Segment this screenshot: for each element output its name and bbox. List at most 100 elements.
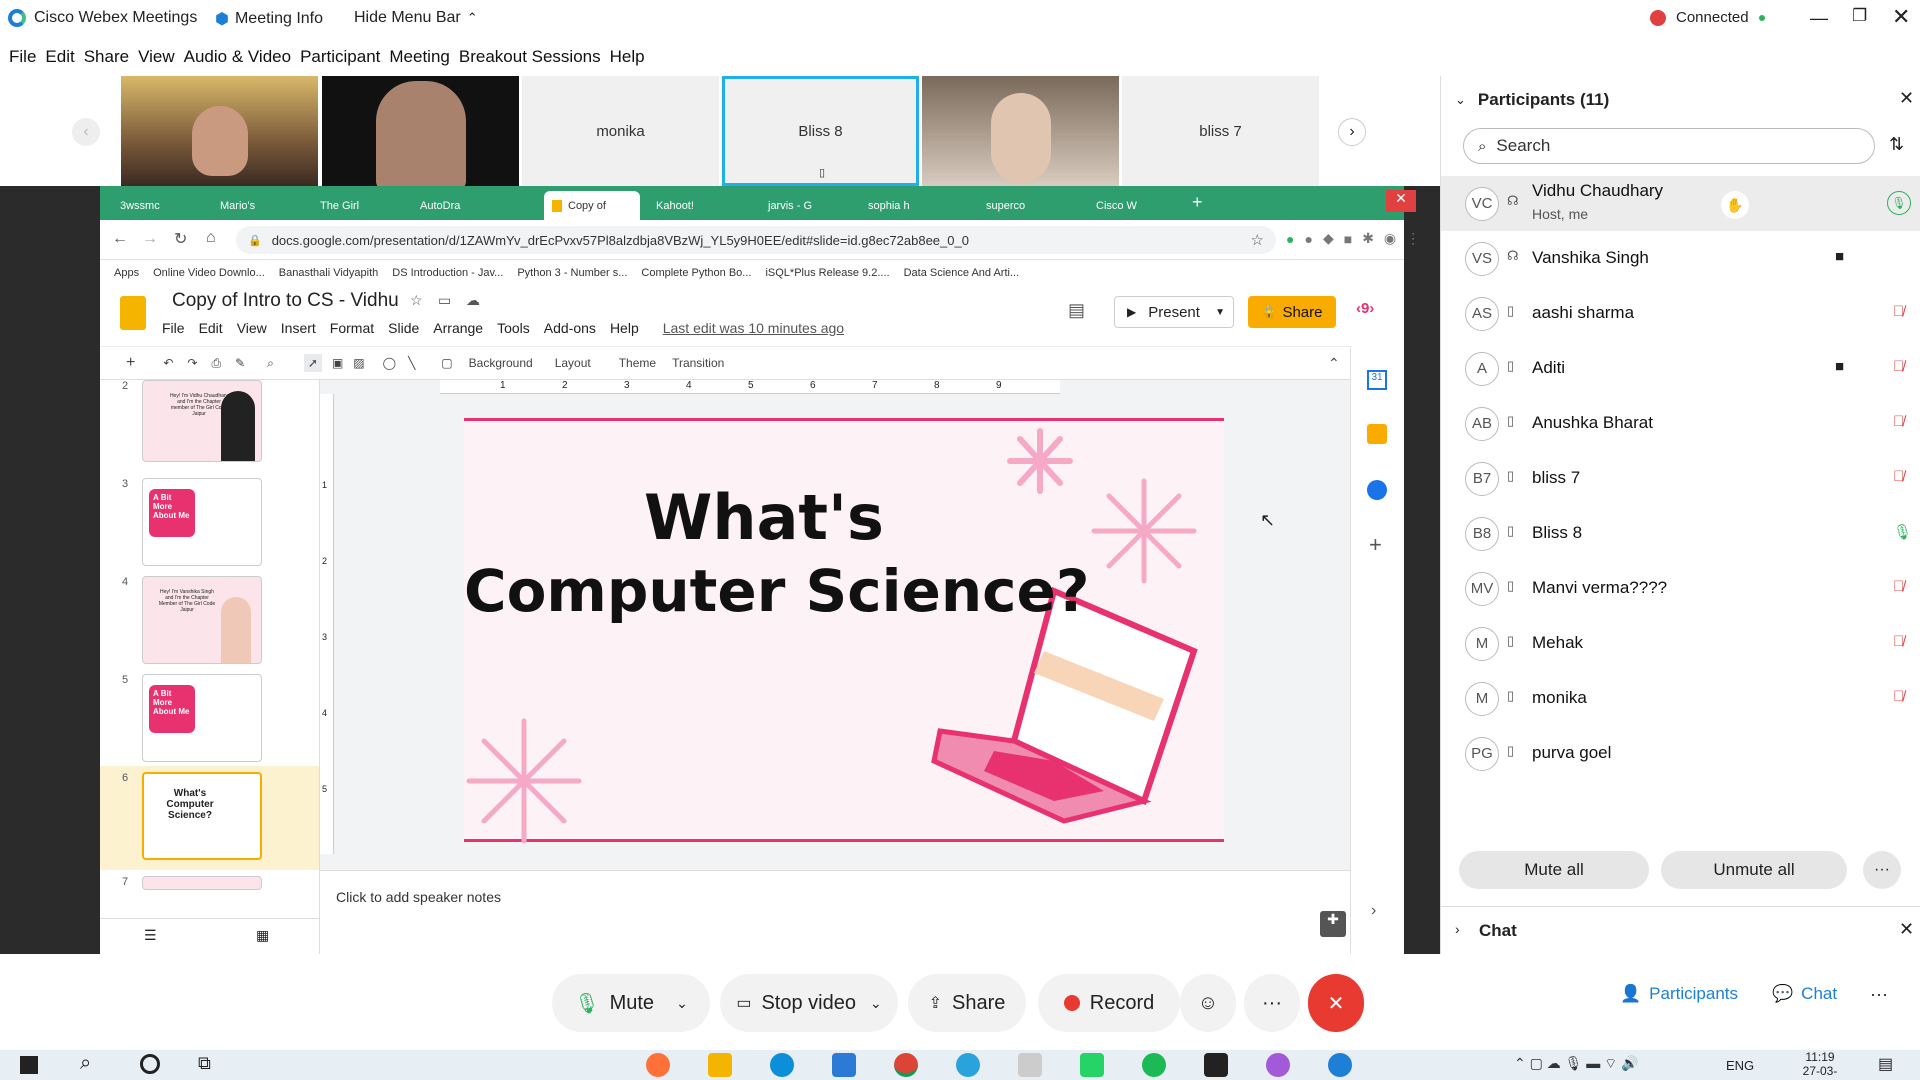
minimize-button[interactable]: — (1810, 8, 1828, 29)
extension-icon[interactable]: ● (1304, 231, 1312, 247)
menu-audio-video[interactable]: Audio & Video (184, 47, 291, 67)
tray-icons[interactable]: ⌃ ▢ ☁ 🎙 ▬ ⌔ 🔊 (1514, 1055, 1639, 1073)
participant-row[interactable]: M ▯ monika 🎙̸ (1441, 671, 1920, 726)
browser-tab[interactable]: The Girl (312, 191, 410, 220)
chat-section-header[interactable]: › Chat ✕ (1441, 906, 1920, 954)
spotify-icon[interactable] (1142, 1053, 1166, 1077)
add-addon-icon[interactable]: + (1369, 532, 1382, 558)
search-input[interactable]: ⌕ Search (1463, 128, 1875, 164)
slides-menu-file[interactable]: File (162, 320, 185, 336)
menu-share[interactable]: Share (84, 47, 129, 67)
print-icon[interactable]: ⎙ (211, 356, 221, 371)
back-icon[interactable]: ← (112, 230, 128, 248)
explore-icon[interactable]: ✚ (1320, 911, 1346, 937)
video-tile-bliss8[interactable]: Bliss 8 ▯ (722, 76, 919, 186)
participant-row[interactable]: AS ▯ aashi sharma 🎙̸ (1441, 286, 1920, 341)
select-icon[interactable]: ➚ (303, 354, 322, 372)
new-slide-icon[interactable]: + (126, 354, 135, 372)
participant-row[interactable]: VC ☊ Vidhu Chaudhary Host, me ✋ 🎙 (1441, 176, 1920, 231)
slide-thumb-2[interactable]: Hey! I'm Vidhu Chaudhary and I'm the Cha… (142, 380, 262, 462)
bookmark[interactable]: Banasthali Vidyapith (279, 267, 378, 279)
paint-format-icon[interactable]: ✎ (235, 356, 245, 370)
expand-panel-icon[interactable]: › (1371, 902, 1376, 920)
next-videos-button[interactable]: › (1338, 118, 1366, 146)
slides-menu-arrange[interactable]: Arrange (433, 320, 483, 336)
mic-muted-icon[interactable]: 🎙̸ (1893, 303, 1904, 320)
panel-more-icon[interactable]: ··· (1870, 984, 1888, 1005)
close-panel-icon[interactable]: ✕ (1899, 88, 1914, 109)
more-button[interactable]: ··· (1244, 974, 1300, 1032)
chrome-icon[interactable] (894, 1053, 918, 1077)
search-icon[interactable]: ⌕ (80, 1052, 91, 1075)
addon-icon[interactable]: ‹9› (1356, 300, 1374, 317)
doc-title[interactable]: Copy of Intro to CS - Vidhu (172, 290, 399, 312)
slide-thumb-6[interactable]: What's Computer Science? (142, 772, 262, 860)
mic-muted-icon[interactable]: 🎙̸ (1893, 413, 1904, 430)
last-edit-link[interactable]: Last edit was 10 minutes ago (663, 320, 844, 336)
menu-breakout[interactable]: Breakout Sessions (459, 47, 601, 67)
slide-thumb-4[interactable]: Hey! I'm Vanshika Singh and I'm the Chap… (142, 576, 262, 664)
record-button[interactable]: Record (1038, 974, 1180, 1032)
mic-muted-icon[interactable]: 🎙̸ (1893, 633, 1904, 650)
image-icon[interactable]: ▨ (353, 356, 364, 370)
grid-view-icon[interactable]: ▦ (256, 927, 269, 944)
browser-close-button[interactable]: ✕ (1386, 190, 1416, 212)
close-window-button[interactable]: ✕ (1892, 4, 1910, 30)
video-tile-1[interactable] (121, 76, 318, 186)
close-chat-icon[interactable]: ✕ (1899, 919, 1914, 940)
prev-videos-button[interactable]: ‹ (72, 118, 100, 146)
menu-help[interactable]: Help (610, 47, 645, 67)
profile-icon[interactable]: ◉ (1384, 230, 1396, 247)
browser-tab[interactable]: Kahoot! (648, 191, 746, 220)
keep-icon[interactable] (1367, 424, 1387, 444)
mic-muted-icon[interactable]: 🎙̸ (1893, 468, 1904, 485)
redo-icon[interactable]: ↷ (187, 356, 197, 370)
mic-muted-icon[interactable]: 🎙̸ (1893, 358, 1904, 375)
comment-add-icon[interactable]: ▢ (441, 356, 452, 370)
participant-row[interactable]: B8 ▯ Bliss 8 🎙 (1441, 506, 1920, 561)
slides-menu-edit[interactable]: Edit (199, 320, 223, 336)
participant-row[interactable]: MV ▯ Manvi verma???? 🎙̸ (1441, 561, 1920, 616)
end-meeting-button[interactable]: ✕ (1308, 974, 1364, 1032)
pycharm-icon[interactable] (1204, 1053, 1228, 1077)
snip-icon[interactable] (1018, 1053, 1042, 1077)
comments-icon[interactable]: ▤ (1068, 300, 1085, 321)
browser-tab-active[interactable]: Copy of (544, 191, 640, 220)
unmute-all-button[interactable]: Unmute all (1661, 851, 1847, 889)
slides-menu-view[interactable]: View (237, 320, 267, 336)
chevron-down-icon[interactable]: ⌄ (676, 995, 688, 1012)
menu-view[interactable]: View (138, 47, 175, 67)
bookmark[interactable]: Data Science And Arti... (904, 267, 1020, 279)
line-icon[interactable]: ╲ (408, 356, 415, 370)
video-tile-bliss7[interactable]: bliss 7 (1122, 76, 1319, 186)
browser-tab[interactable]: jarvis - G (760, 191, 858, 220)
restore-button[interactable]: ❐ (1852, 6, 1867, 26)
background-button[interactable]: Background (469, 356, 533, 370)
extension-icon[interactable]: ● (1286, 231, 1294, 247)
video-tile-5[interactable] (922, 76, 1119, 186)
bookmark[interactable]: Online Video Downlo... (153, 267, 265, 279)
present-button[interactable]: ▶ Present ▼ (1114, 296, 1234, 328)
transition-button[interactable]: Transition (672, 356, 724, 370)
participant-row[interactable]: B7 ▯ bliss 7 🎙̸ (1441, 451, 1920, 506)
video-tile-monika[interactable]: monika (522, 76, 719, 186)
zoom-icon[interactable]: ⌕ (267, 356, 274, 371)
chat-toggle[interactable]: 💬 Chat (1772, 984, 1837, 1004)
list-view-icon[interactable]: ☰ (144, 927, 157, 944)
slide-thumb-5[interactable]: A Bit More About Me (142, 674, 262, 762)
collapse-toolbar-icon[interactable]: ⌃ (1328, 355, 1340, 372)
star-doc-icon[interactable]: ☆ (410, 292, 423, 309)
extension-icon[interactable]: ■ (1344, 231, 1352, 247)
mute-all-button[interactable]: Mute all (1459, 851, 1649, 889)
participant-row[interactable]: PG ▯ purva goel (1441, 726, 1920, 781)
language-indicator[interactable]: ENG (1726, 1058, 1754, 1073)
slides-menu-insert[interactable]: Insert (281, 320, 316, 336)
share-button[interactable]: ⇪ Share (908, 974, 1026, 1032)
stop-video-button[interactable]: ▭ Stop video ⌄ (720, 974, 898, 1032)
slides-logo-icon[interactable] (120, 296, 146, 330)
vscode-icon[interactable] (832, 1053, 856, 1077)
browser-tab[interactable]: 3wssmc (112, 191, 210, 220)
extension-icon[interactable]: ◆ (1323, 230, 1334, 247)
browser-tab[interactable]: Cisco W (1088, 191, 1178, 220)
app-icon[interactable] (1266, 1053, 1290, 1077)
